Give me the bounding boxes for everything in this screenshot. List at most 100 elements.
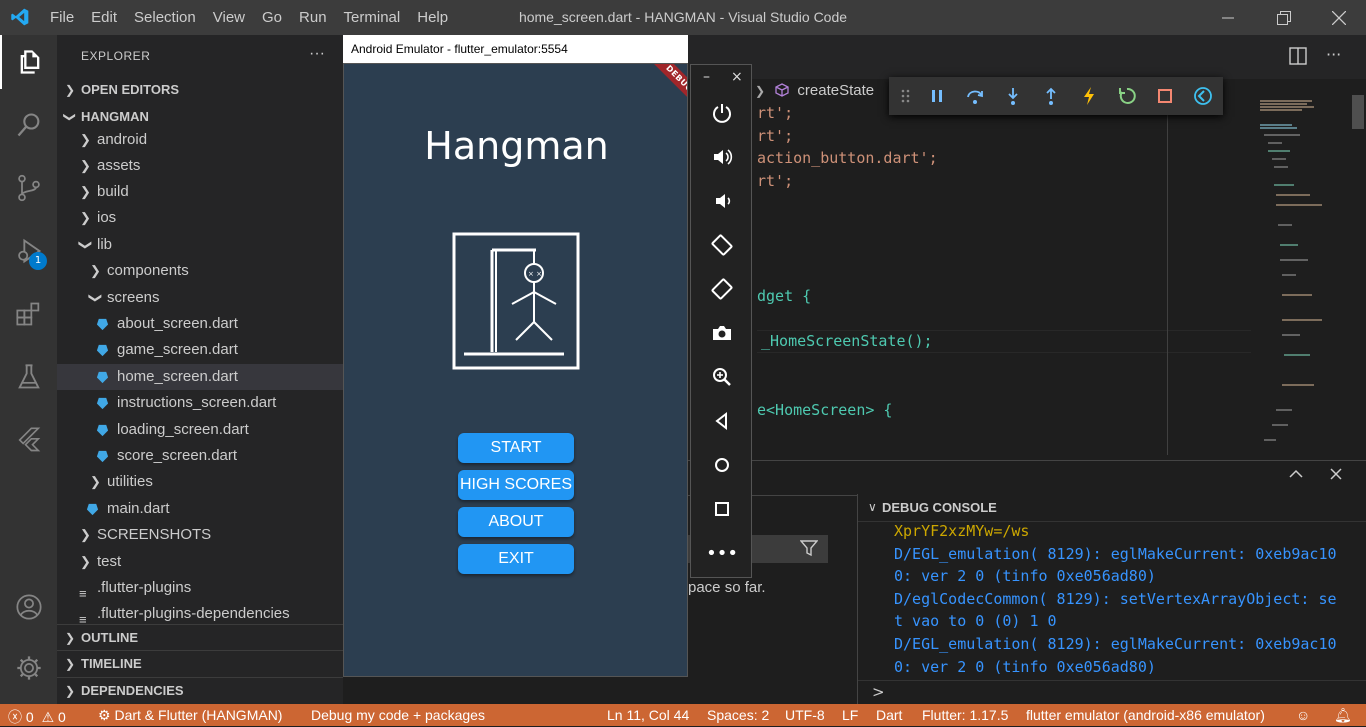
pause-icon[interactable]: [927, 86, 947, 106]
problems-indicator[interactable]: ⓧ 0 ⚠ 0: [8, 707, 66, 727]
tree-file-about-screen[interactable]: about_screen.dart: [57, 311, 343, 337]
feedback-icon[interactable]: ☺: [1296, 707, 1310, 723]
emulator-title-bar[interactable]: Android Emulator - flutter_emulator:5554: [343, 35, 688, 63]
code-line[interactable]: _HomeScreenState();: [761, 332, 933, 350]
menu-edit[interactable]: Edit: [91, 9, 117, 26]
open-editors-section[interactable]: ❯ OPEN EDITORS: [57, 77, 343, 103]
menu-view[interactable]: View: [213, 9, 245, 26]
editor-scrollbar[interactable]: [1352, 95, 1364, 129]
indentation[interactable]: Spaces: 2: [707, 707, 769, 723]
restart-icon[interactable]: [1117, 86, 1137, 106]
debug-console-header[interactable]: ∨ DEBUG CONSOLE: [858, 494, 1366, 522]
menu-selection[interactable]: Selection: [134, 9, 196, 26]
explorer-activity[interactable]: [0, 35, 57, 89]
more-actions-icon[interactable]: ···: [1326, 45, 1341, 64]
drag-handle-icon[interactable]: [899, 86, 913, 106]
tree-folder-test[interactable]: ❯ test: [57, 549, 343, 575]
volume-up-icon[interactable]: [710, 145, 734, 169]
code-line[interactable]: rt';: [757, 127, 793, 145]
debug-mode[interactable]: Debug my code + packages: [311, 707, 485, 723]
tree-file-instructions-screen[interactable]: instructions_screen.dart: [57, 390, 343, 416]
tree-file-flutter-plugins[interactable]: ≡ .flutter-plugins: [57, 575, 343, 601]
tree-folder-android[interactable]: ❯ android: [57, 127, 343, 153]
emulator-minimize-icon[interactable]: –: [703, 69, 710, 85]
camera-icon[interactable]: [710, 321, 734, 345]
menu-help[interactable]: Help: [417, 9, 448, 26]
tree-file-game-screen[interactable]: game_screen.dart: [57, 337, 343, 363]
step-out-icon[interactable]: [1041, 86, 1061, 106]
menu-file[interactable]: File: [50, 9, 74, 26]
tree-folder-assets[interactable]: ❯ assets: [57, 153, 343, 179]
tree-folder-components[interactable]: ❯ components: [57, 258, 343, 284]
launch-config[interactable]: ⚙ Dart & Flutter (HANGMAN): [98, 707, 282, 724]
close-window-button[interactable]: [1316, 0, 1362, 35]
more-options-icon[interactable]: •••: [706, 541, 738, 565]
restore-button[interactable]: [1261, 0, 1307, 35]
hot-reload-icon[interactable]: [1079, 86, 1099, 106]
emulator-screen[interactable]: DEBUG Hangman × × START HIGH SCORES ABOU…: [343, 63, 688, 677]
flutter-devtools-icon[interactable]: [1193, 86, 1213, 106]
tree-file-score-screen[interactable]: score_screen.dart: [57, 443, 343, 469]
code-line[interactable]: rt';: [757, 104, 793, 122]
tree-folder-ios[interactable]: ❯ ios: [57, 205, 343, 231]
menu-go[interactable]: Go: [262, 9, 282, 26]
zoom-icon[interactable]: [710, 365, 734, 389]
split-editor-icon[interactable]: [1289, 47, 1307, 69]
about-button[interactable]: ABOUT: [458, 507, 574, 537]
device-selector[interactable]: flutter emulator (android-x86 emulator): [1026, 707, 1265, 723]
exit-button[interactable]: EXIT: [458, 544, 574, 574]
home-icon[interactable]: [710, 453, 734, 477]
tree-folder-build[interactable]: ❯ build: [57, 179, 343, 205]
encoding[interactable]: UTF-8: [785, 707, 825, 723]
power-icon[interactable]: [710, 101, 734, 125]
tree-file-main[interactable]: main.dart: [57, 496, 343, 522]
menu-run[interactable]: Run: [299, 9, 327, 26]
flutter-activity[interactable]: [0, 413, 57, 467]
outline-section[interactable]: ❯ OUTLINE: [57, 624, 343, 650]
code-line[interactable]: dget {: [757, 287, 811, 305]
code-line[interactable]: rt';: [757, 172, 793, 190]
end-of-line[interactable]: LF: [842, 707, 858, 723]
tree-folder-screens[interactable]: ❯ screens: [57, 285, 343, 311]
step-over-icon[interactable]: [965, 86, 985, 106]
rotate-right-icon[interactable]: [710, 277, 734, 301]
source-control-activity[interactable]: [0, 161, 57, 215]
dependencies-section[interactable]: ❯ DEPENDENCIES: [57, 677, 343, 703]
tree-folder-screenshots[interactable]: ❯ SCREENSHOTS: [57, 522, 343, 548]
emulator-close-icon[interactable]: ×: [731, 69, 743, 85]
search-activity[interactable]: [0, 98, 57, 152]
notifications-icon[interactable]: 🔔︎: [1334, 707, 1352, 724]
high-scores-button[interactable]: HIGH SCORES: [458, 470, 574, 500]
overview-icon[interactable]: [710, 497, 734, 521]
breadcrumb-symbol[interactable]: createState: [797, 82, 874, 99]
menu-terminal[interactable]: Terminal: [344, 9, 401, 26]
code-line[interactable]: e<HomeScreen> {: [757, 401, 892, 419]
code-line[interactable]: action_button.dart';: [757, 149, 938, 167]
language-mode[interactable]: Dart: [876, 707, 902, 723]
close-panel-icon[interactable]: [1328, 466, 1344, 486]
accounts-activity[interactable]: [0, 580, 57, 634]
back-icon[interactable]: [710, 409, 734, 433]
testing-activity[interactable]: [0, 350, 57, 404]
tree-file-loading-screen[interactable]: loading_screen.dart: [57, 417, 343, 443]
maximize-panel-icon[interactable]: [1288, 466, 1304, 486]
step-into-icon[interactable]: [1003, 86, 1023, 106]
settings-activity[interactable]: [0, 641, 57, 695]
filter-icon[interactable]: [799, 539, 819, 561]
flutter-version[interactable]: Flutter: 1.17.5: [922, 707, 1008, 723]
extensions-activity[interactable]: [0, 287, 57, 341]
tree-file-home-screen[interactable]: home_screen.dart: [57, 364, 343, 390]
volume-down-icon[interactable]: [710, 189, 734, 213]
stop-icon[interactable]: [1155, 86, 1175, 106]
rotate-left-icon[interactable]: [710, 233, 734, 257]
cursor-position[interactable]: Ln 11, Col 44: [607, 707, 689, 723]
more-actions-icon[interactable]: ···: [309, 45, 325, 63]
tree-folder-lib[interactable]: ❯ lib: [57, 232, 343, 258]
console-input[interactable]: >: [858, 682, 1366, 704]
run-debug-activity[interactable]: 1: [0, 224, 57, 278]
minimap[interactable]: [1252, 95, 1352, 450]
timeline-section[interactable]: ❯ TIMELINE: [57, 650, 343, 676]
tree-folder-utilities[interactable]: ❯ utilities: [57, 469, 343, 495]
start-button[interactable]: START: [458, 433, 574, 463]
minimize-button[interactable]: [1205, 0, 1251, 35]
